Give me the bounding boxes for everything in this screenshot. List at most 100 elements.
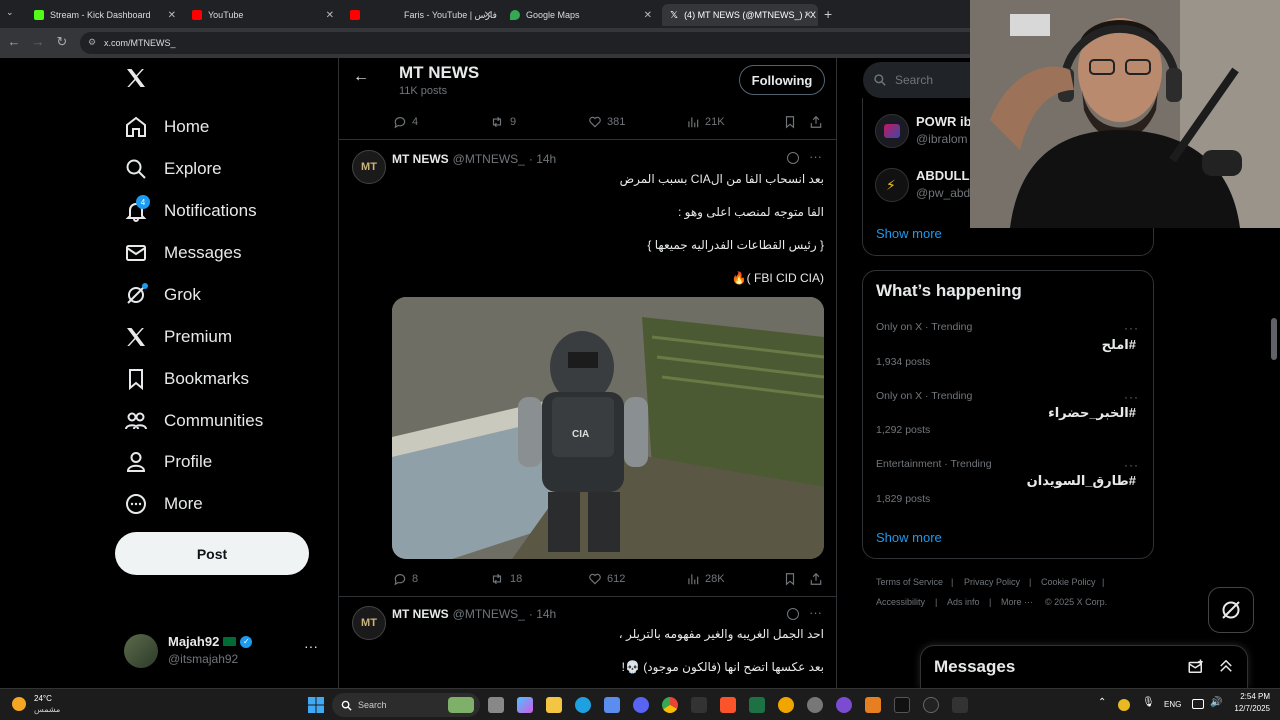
footer-link-cookie[interactable]: Cookie Policy <box>1041 577 1096 587</box>
nav-home[interactable]: Home <box>124 111 209 143</box>
close-icon[interactable]: ✕ <box>326 10 334 21</box>
repost-button[interactable]: 18 <box>489 572 522 586</box>
footer-link-ads-info[interactable]: Ads info <box>947 597 980 607</box>
app-icon[interactable] <box>807 697 823 713</box>
url-field[interactable]: ⚙ x.com/MTNEWS_ <box>80 32 980 54</box>
edge-icon[interactable] <box>575 697 591 713</box>
like-button[interactable]: 612 <box>588 572 625 586</box>
tab-google-maps[interactable]: Google Maps ✕ <box>502 4 658 26</box>
app-icon[interactable] <box>691 697 707 713</box>
tweet-media-image[interactable]: CIA <box>392 297 824 559</box>
tweet-author-handle[interactable]: @MTNEWS_ <box>453 607 525 621</box>
avatar[interactable]: MT <box>352 606 386 640</box>
suggested-user-name[interactable]: POWR ib <box>916 114 972 129</box>
close-icon[interactable]: ✕ <box>804 10 812 21</box>
repost-button[interactable]: 9 <box>489 115 516 129</box>
share-button[interactable] <box>809 572 828 586</box>
taskbar-search[interactable]: Search <box>332 693 480 717</box>
tray-chevron-icon[interactable]: ⌃ <box>1098 697 1106 708</box>
new-message-icon[interactable] <box>1187 658 1205 676</box>
avatar[interactable]: ⚡ <box>875 168 909 202</box>
clock-time[interactable]: 2:54 PM <box>1230 692 1270 701</box>
reply-button[interactable]: 4 <box>393 115 418 129</box>
app-icon[interactable] <box>865 697 881 713</box>
footer-link-privacy[interactable]: Privacy Policy <box>964 577 1020 587</box>
start-button[interactable] <box>308 697 324 713</box>
close-icon[interactable]: ✕ <box>168 10 176 21</box>
task-view-icon[interactable] <box>488 697 504 713</box>
footer-link-more[interactable]: More ··· <box>1001 597 1033 607</box>
tweet-author-name[interactable]: MT NEWS <box>392 607 449 621</box>
tab-faris-youtube[interactable]: Faris - YouTube | فارس ✕ <box>342 4 498 26</box>
grok-icon[interactable] <box>787 608 799 620</box>
tweet[interactable]: MT MT NEWS @MTNEWS_ · 14h ··· احد الجمل … <box>339 597 836 688</box>
tweet[interactable]: MT MT NEWS @MTNEWS_ · 14h ··· بعد انسحاب… <box>339 140 836 590</box>
tweet-time[interactable]: · 14h <box>529 607 556 621</box>
network-icon[interactable] <box>1192 699 1204 709</box>
views-button[interactable]: 28K <box>686 572 725 586</box>
clock-date[interactable]: 12/7/2025 <box>1222 704 1270 713</box>
nav-premium[interactable]: Premium <box>124 321 232 353</box>
tab-search-dropdown[interactable]: ⌄ <box>6 7 14 18</box>
account-more-icon[interactable]: ··· <box>304 638 318 654</box>
site-info-icon[interactable]: ⚙ <box>88 37 96 48</box>
tray-app-icon[interactable] <box>1118 699 1130 711</box>
nav-bookmarks[interactable]: Bookmarks <box>124 363 249 395</box>
nav-explore[interactable]: Explore <box>124 153 222 185</box>
close-icon[interactable]: ✕ <box>484 10 492 21</box>
app-icon[interactable] <box>923 697 939 713</box>
tab-youtube[interactable]: YouTube ✕ <box>184 4 340 26</box>
file-explorer-icon[interactable] <box>546 697 562 713</box>
tweet-more-icon[interactable]: ··· <box>809 605 822 620</box>
brave-icon[interactable] <box>720 697 736 713</box>
grok-floating-button[interactable] <box>1208 587 1254 633</box>
speaker-icon[interactable]: 🔊 <box>1210 697 1222 708</box>
x-logo[interactable] <box>124 66 150 96</box>
grok-icon[interactable] <box>787 152 799 164</box>
like-button[interactable]: 381 <box>588 115 625 129</box>
trend-more-icon[interactable]: ··· <box>1124 390 1139 404</box>
share-button[interactable] <box>809 115 828 129</box>
tiktok-icon[interactable] <box>894 697 910 713</box>
nav-grok[interactable]: Grok <box>124 279 201 311</box>
following-button[interactable]: Following <box>739 65 825 95</box>
new-tab-icon[interactable]: + <box>824 6 832 22</box>
reply-button[interactable]: 8 <box>393 572 418 586</box>
show-more-link[interactable]: Show more <box>876 530 942 545</box>
post-button[interactable]: Post <box>115 532 309 575</box>
nav-notifications[interactable]: 4 Notifications <box>124 195 257 227</box>
nav-more[interactable]: More <box>124 488 203 520</box>
discord-icon[interactable] <box>633 697 649 713</box>
tweet-author-name[interactable]: MT NEWS <box>392 152 449 166</box>
microphone-icon[interactable]: 🎙 <box>1142 697 1155 708</box>
scrollbar-thumb[interactable] <box>1271 318 1277 360</box>
copilot-icon[interactable] <box>517 697 533 713</box>
app-icon[interactable] <box>952 697 968 713</box>
tweet-time[interactable]: · 14h <box>529 152 556 166</box>
trend-more-icon[interactable]: ··· <box>1124 321 1139 335</box>
forward-icon[interactable]: → <box>26 34 50 49</box>
collapse-up-icon[interactable] <box>1217 657 1235 675</box>
bookmark-button[interactable] <box>783 572 802 586</box>
store-icon[interactable] <box>604 697 620 713</box>
weather-widget[interactable]: 24°C مشمس <box>10 693 90 717</box>
app-icon[interactable] <box>778 697 794 713</box>
app-icon[interactable] <box>836 697 852 713</box>
chrome-icon[interactable] <box>662 697 678 713</box>
back-arrow-icon[interactable]: ← <box>353 68 369 86</box>
back-icon[interactable]: ← <box>2 34 26 49</box>
footer-link-accessibility[interactable]: Accessibility <box>876 597 925 607</box>
views-button[interactable]: 21K <box>686 115 725 129</box>
tab-mtnews-x[interactable]: 𝕏 (4) MT NEWS (@MTNEWS_) / X ✕ <box>662 4 818 26</box>
tweet-more-icon[interactable]: ··· <box>809 149 822 164</box>
close-icon[interactable]: ✕ <box>644 10 652 21</box>
reload-icon[interactable]: ↻ <box>50 34 74 50</box>
account-switcher[interactable]: Majah92 ✓ @itsmajah92 ··· <box>124 632 324 672</box>
messages-drawer[interactable]: Messages <box>920 645 1248 688</box>
avatar[interactable]: MT <box>352 150 386 184</box>
nav-profile[interactable]: Profile <box>124 446 212 478</box>
language-indicator[interactable]: ENG <box>1164 700 1181 709</box>
bookmark-button[interactable] <box>783 115 802 129</box>
nav-messages[interactable]: Messages <box>124 237 241 269</box>
trend-more-icon[interactable]: ··· <box>1124 458 1139 472</box>
